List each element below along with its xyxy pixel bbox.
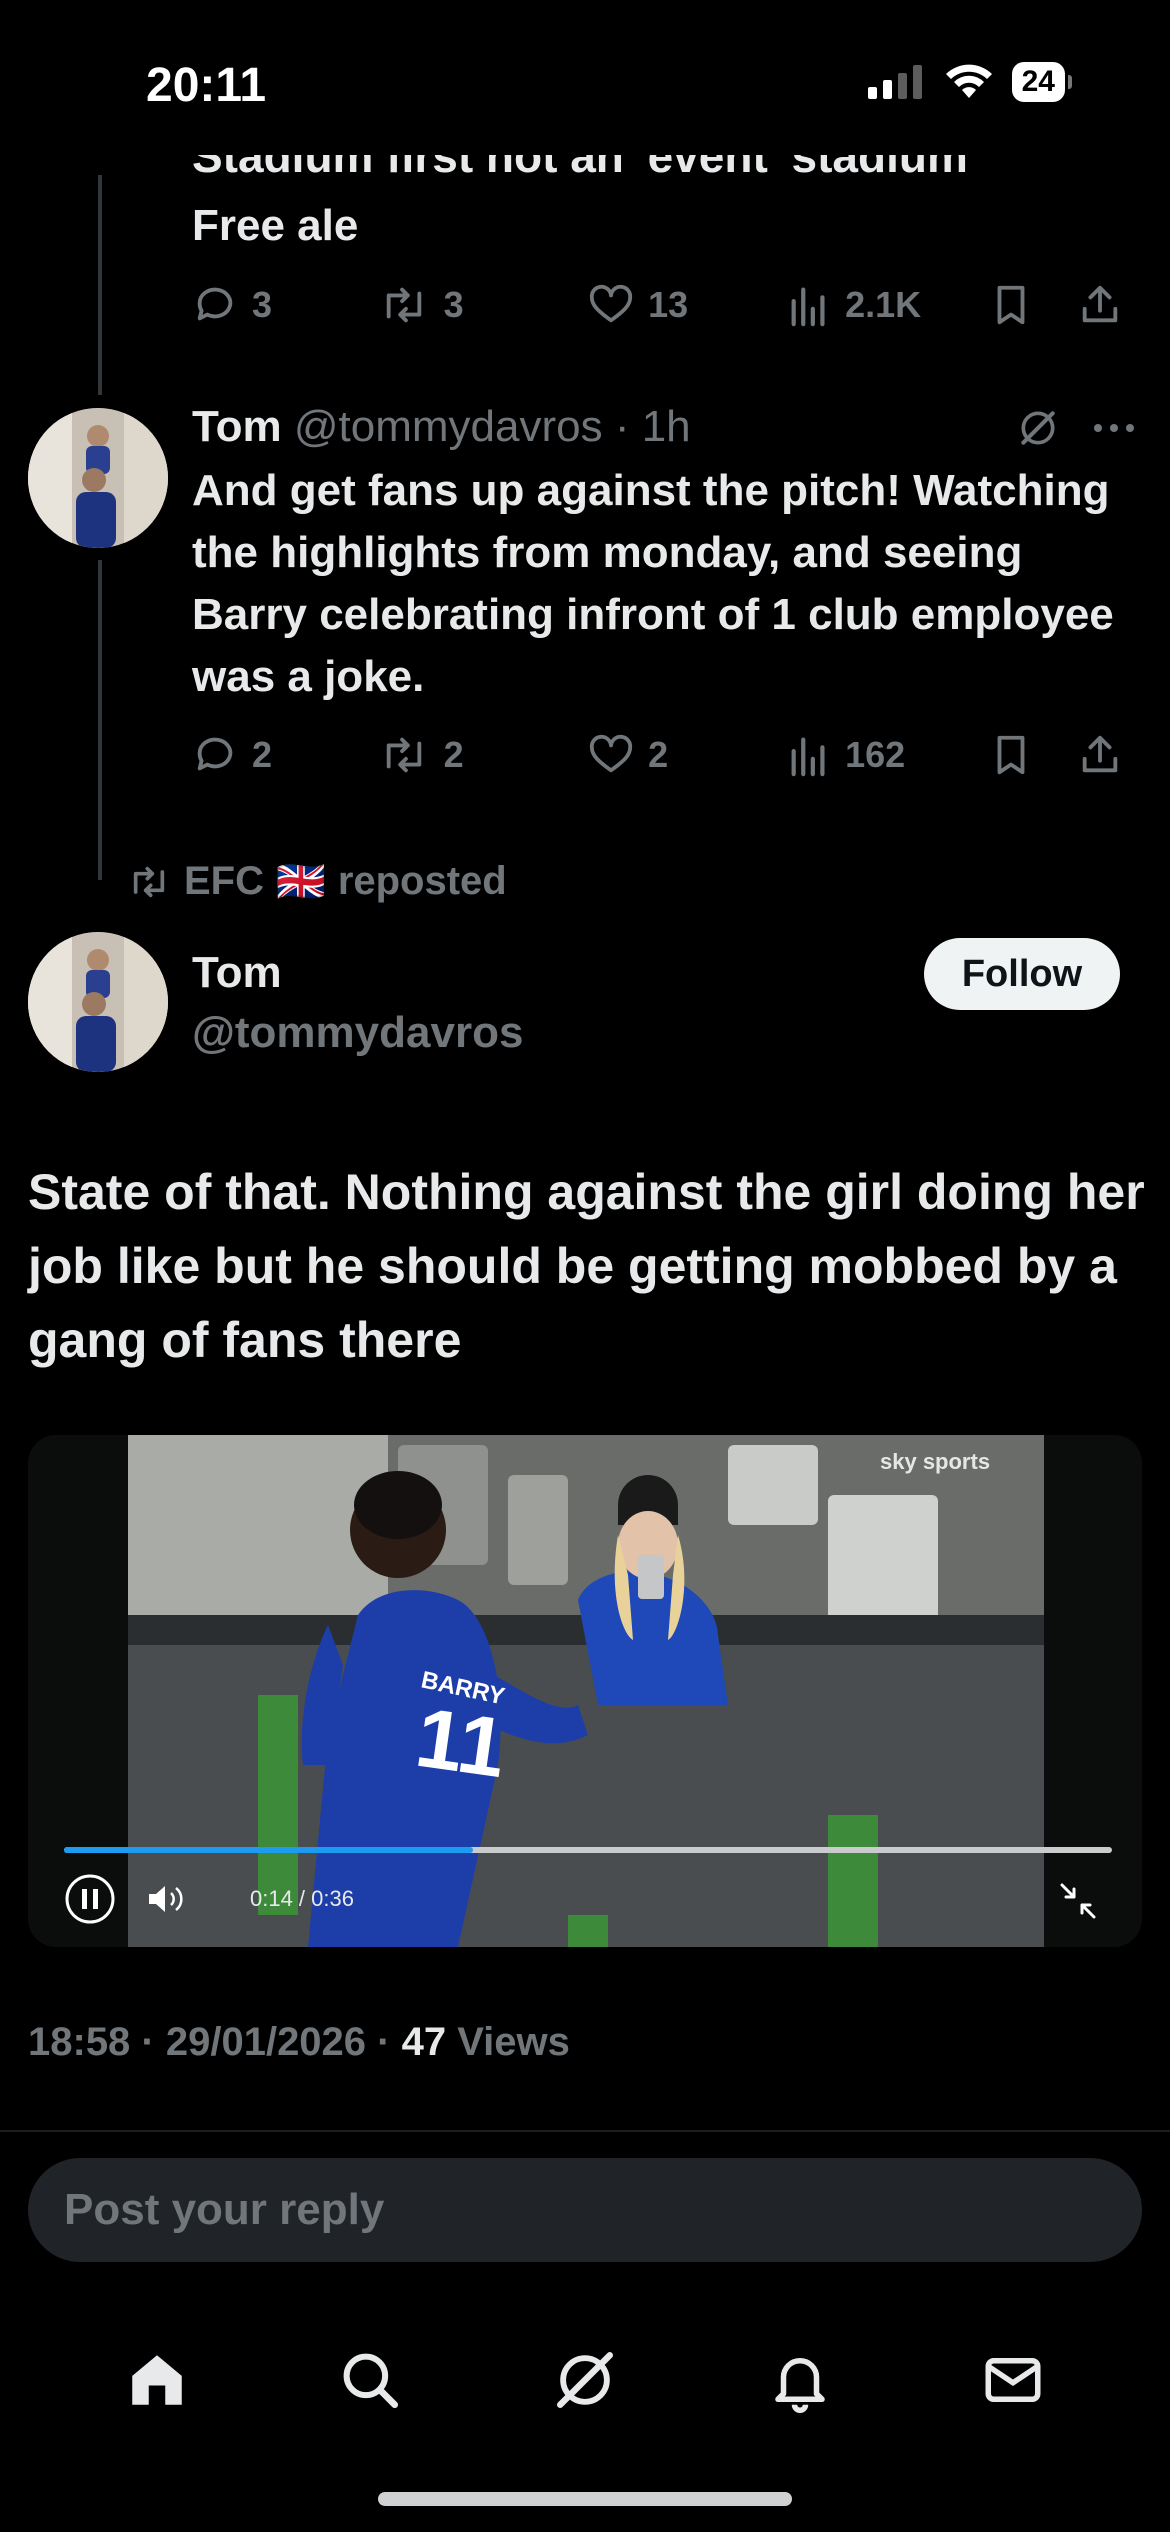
search-icon: [343, 2353, 398, 2409]
views-button[interactable]: 2.1K: [787, 282, 990, 328]
bell-icon: [775, 2358, 825, 2413]
repost-icon: [386, 737, 421, 773]
watermark: sky sports: [880, 1449, 990, 1474]
share-button[interactable]: [1078, 732, 1122, 778]
tab-home[interactable]: [124, 2347, 190, 2413]
flag-emoji: 🇬🇧: [276, 860, 326, 904]
avatar[interactable]: [28, 932, 168, 1072]
tab-bar: [0, 2320, 1170, 2440]
views-button[interactable]: 162: [787, 732, 990, 778]
like-button[interactable]: 13: [588, 282, 787, 328]
bookmark-button[interactable]: [990, 282, 1078, 328]
reply-count: 3: [252, 284, 273, 325]
like-count: 2: [648, 734, 669, 775]
thread-line: [98, 175, 102, 395]
player-number: 11: [410, 1690, 511, 1795]
repost-button[interactable]: 3: [378, 282, 589, 328]
tab-messages[interactable]: [980, 2347, 1046, 2413]
bookmark-icon: [997, 285, 1025, 325]
tweet-text: Free ale: [192, 201, 359, 250]
tweet-text: And get fans up against the pitch! Watch…: [192, 466, 1114, 701]
reply-button[interactable]: 3: [192, 282, 378, 328]
tab-notifications[interactable]: [767, 2347, 833, 2413]
timestamp: 18:58 · 29/01/2026 ·: [28, 2020, 402, 2064]
repost-count: 3: [443, 284, 464, 325]
status-time: 20:11: [146, 59, 267, 112]
video-time: 0:14 / 0:36: [250, 1886, 354, 1911]
repost-icon: [386, 287, 421, 323]
heart-icon: [590, 734, 633, 773]
repost-button[interactable]: 2: [378, 732, 589, 778]
bookmark-button[interactable]: [990, 732, 1078, 778]
repost-user: EFC: [184, 859, 264, 903]
repost-icon: [133, 866, 165, 897]
more-icon[interactable]: [1092, 420, 1136, 436]
share-icon: [1082, 735, 1118, 773]
repost-banner[interactable]: EFC 🇬🇧 reposted: [126, 858, 507, 905]
signal-icon: [867, 65, 922, 99]
views-label: Views: [446, 2020, 570, 2064]
display-name[interactable]: Tom: [192, 402, 282, 451]
handle[interactable]: @tommydavros: [192, 1008, 523, 1058]
tweet-header: Tom @tommydavros · 1h: [192, 402, 691, 452]
home-indicator: [378, 2492, 792, 2506]
repost-count: 2: [443, 734, 464, 775]
video-still: BARRY 11 sky sports: [128, 1435, 1044, 1947]
handle[interactable]: @tommydavros: [294, 402, 603, 451]
progress-fill: [64, 1847, 473, 1853]
reply-count: 2: [252, 734, 273, 775]
bookmark-icon: [997, 735, 1025, 775]
battery-level: 24: [1011, 62, 1065, 102]
status-icons: 24: [867, 62, 1072, 102]
tweet-meta: 18:58 · 29/01/2026 · 47 Views: [28, 2020, 570, 2065]
reply-input[interactable]: Post your reply: [28, 2158, 1142, 2262]
pause-icon[interactable]: [64, 1873, 116, 1925]
thread-line: [98, 560, 102, 880]
volume-icon[interactable]: [146, 1883, 186, 1915]
tab-grok[interactable]: [550, 2345, 620, 2415]
reply-button[interactable]: 2: [192, 732, 378, 778]
home-icon: [131, 2355, 182, 2405]
share-button[interactable]: [1078, 282, 1122, 328]
like-count: 13: [648, 284, 689, 325]
share-icon: [1082, 285, 1118, 323]
mail-icon: [985, 2358, 1041, 2402]
heart-icon: [590, 284, 633, 323]
display-name[interactable]: Tom: [192, 948, 282, 998]
tab-search[interactable]: [337, 2347, 403, 2413]
avatar-image: [28, 932, 168, 1072]
minimize-icon[interactable]: [1058, 1881, 1098, 1921]
views-count: 2.1K: [845, 284, 922, 325]
video-frame: BARRY 11 sky sports: [128, 1435, 1044, 1947]
like-button[interactable]: 2: [588, 732, 787, 778]
follow-button[interactable]: Follow: [924, 938, 1120, 1010]
battery-indicator: 24: [1011, 62, 1072, 102]
progress-track[interactable]: [64, 1847, 1112, 1853]
video-player[interactable]: BARRY 11 sky sports 0:14 / 0:36: [28, 1435, 1142, 1947]
tweet-actions: 3 3 13 2.1K: [192, 275, 1122, 335]
repost-suffix: reposted: [337, 859, 507, 903]
cutoff-text: Stadium first not an 'event' stadium: [192, 155, 968, 182]
avatar-image: [28, 408, 168, 548]
wifi-icon: [945, 64, 992, 98]
reply-icon: [197, 287, 233, 321]
views-count: 162: [845, 734, 906, 775]
grok-icon: [556, 2352, 613, 2408]
views-icon: [791, 737, 825, 777]
tweet-time: · 1h: [614, 402, 691, 451]
avatar[interactable]: [28, 408, 168, 548]
tweet-actions: 2 2 2 162: [192, 725, 1122, 785]
grok-icon[interactable]: [1016, 406, 1060, 450]
views-count: 47: [401, 2020, 447, 2064]
tweet-text: State of that. Nothing against the girl …: [28, 1164, 1145, 1368]
reply-icon: [197, 737, 233, 771]
views-icon: [791, 287, 825, 327]
